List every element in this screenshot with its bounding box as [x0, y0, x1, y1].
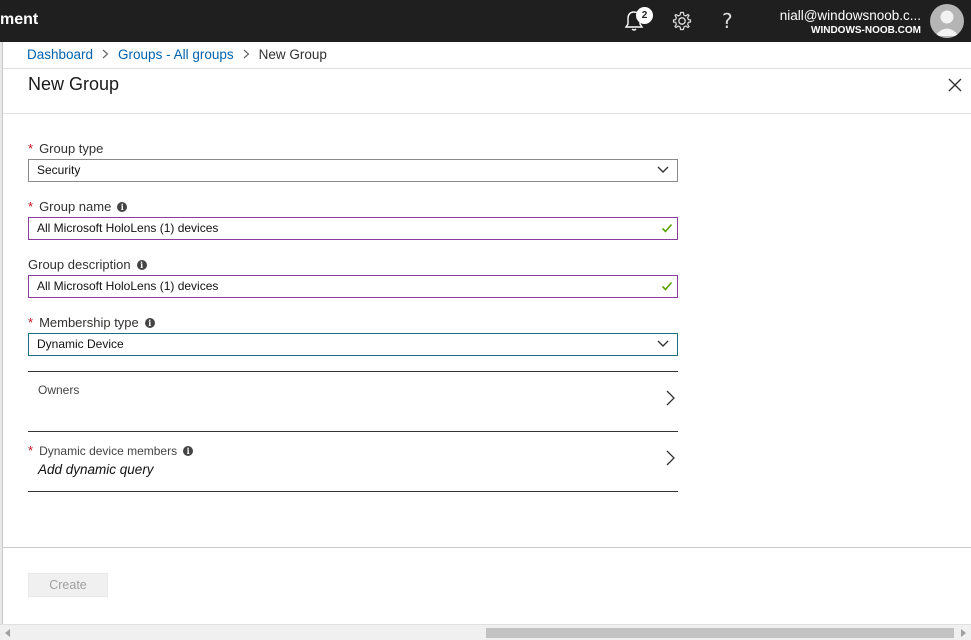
membership-type-value: Dynamic Device [37, 337, 124, 351]
group-name-input[interactable]: All Microsoft HoloLens (1) devices [28, 217, 678, 240]
divider [3, 68, 971, 69]
group-name-label-text: Group name [39, 199, 112, 214]
chevron-right-icon [666, 390, 675, 406]
page-title: New Group [28, 74, 120, 94]
close-icon[interactable] [946, 76, 964, 94]
group-name-value: All Microsoft HoloLens (1) devices [37, 221, 219, 235]
group-type-dropdown[interactable]: Security [28, 159, 678, 182]
dynamic-members-label-text: Dynamic device members [39, 443, 178, 458]
create-button[interactable]: Create [28, 573, 108, 597]
group-name-label: * Group name i [28, 199, 128, 214]
notification-badge: 2 [636, 7, 653, 24]
avatar[interactable] [930, 4, 964, 38]
divider [28, 491, 678, 492]
top-bar: ment 2 ? niall@windowsnoob.c... WINDOWS-… [0, 0, 971, 42]
person-icon [935, 10, 959, 36]
owners-label: Owners [38, 383, 80, 397]
breadcrumb-dashboard[interactable]: Dashboard [27, 47, 93, 62]
chevron-down-icon [657, 340, 669, 347]
scrollbar-thumb[interactable] [486, 628, 954, 638]
account-info[interactable]: niall@windowsnoob.c... WINDOWS-NOOB.COM [780, 8, 921, 36]
group-description-label: Group description i [28, 257, 147, 272]
user-email: niall@windowsnoob.c... [779, 8, 921, 23]
horizontal-scrollbar[interactable] [0, 624, 971, 640]
divider [3, 113, 971, 114]
scroll-right-icon[interactable] [961, 629, 966, 637]
chevron-down-icon [657, 166, 669, 173]
membership-type-label-text: Membership type [39, 315, 139, 330]
chevron-right-icon [243, 48, 250, 62]
user-tenant: WINDOWS-NOOB.COM [811, 25, 921, 36]
info-icon[interactable]: i [183, 445, 194, 456]
breadcrumb: Dashboard Groups - All groups New Group [27, 47, 327, 62]
scroll-left-icon[interactable] [5, 629, 10, 637]
add-dynamic-query-link[interactable]: Add dynamic query [38, 462, 154, 477]
required-marker: * [28, 141, 34, 156]
checkmark-icon [661, 281, 673, 291]
owners-row[interactable]: Owners [28, 372, 678, 431]
group-type-label: * Group type [28, 141, 103, 156]
breadcrumb-current: New Group [258, 47, 327, 62]
info-icon[interactable]: i [117, 201, 128, 212]
divider [3, 547, 971, 548]
breadcrumb-groups[interactable]: Groups - All groups [118, 47, 234, 62]
group-type-value: Security [37, 163, 81, 177]
question-icon[interactable]: ? [722, 9, 733, 33]
chevron-right-icon [666, 450, 675, 466]
membership-type-label: * Membership type i [28, 315, 155, 330]
checkmark-icon [661, 223, 673, 233]
group-description-label-text: Group description [28, 257, 131, 272]
portal-title: ment [0, 11, 39, 28]
group-type-label-text: Group type [39, 141, 104, 156]
info-icon[interactable]: i [136, 259, 147, 270]
info-icon[interactable]: i [144, 317, 155, 328]
membership-type-dropdown[interactable]: Dynamic Device [28, 333, 678, 356]
required-marker: * [28, 315, 34, 330]
group-description-input[interactable]: All Microsoft HoloLens (1) devices [28, 275, 678, 298]
chevron-right-icon [102, 48, 109, 62]
group-description-value: All Microsoft HoloLens (1) devices [37, 279, 219, 293]
required-marker: * [28, 199, 34, 214]
required-marker: * [28, 443, 34, 458]
dynamic-members-label: * Dynamic device members i [28, 443, 194, 458]
gear-icon[interactable] [670, 9, 694, 33]
left-edge [0, 42, 3, 624]
dynamic-members-row[interactable]: * Dynamic device members i Add dynamic q… [28, 432, 678, 491]
